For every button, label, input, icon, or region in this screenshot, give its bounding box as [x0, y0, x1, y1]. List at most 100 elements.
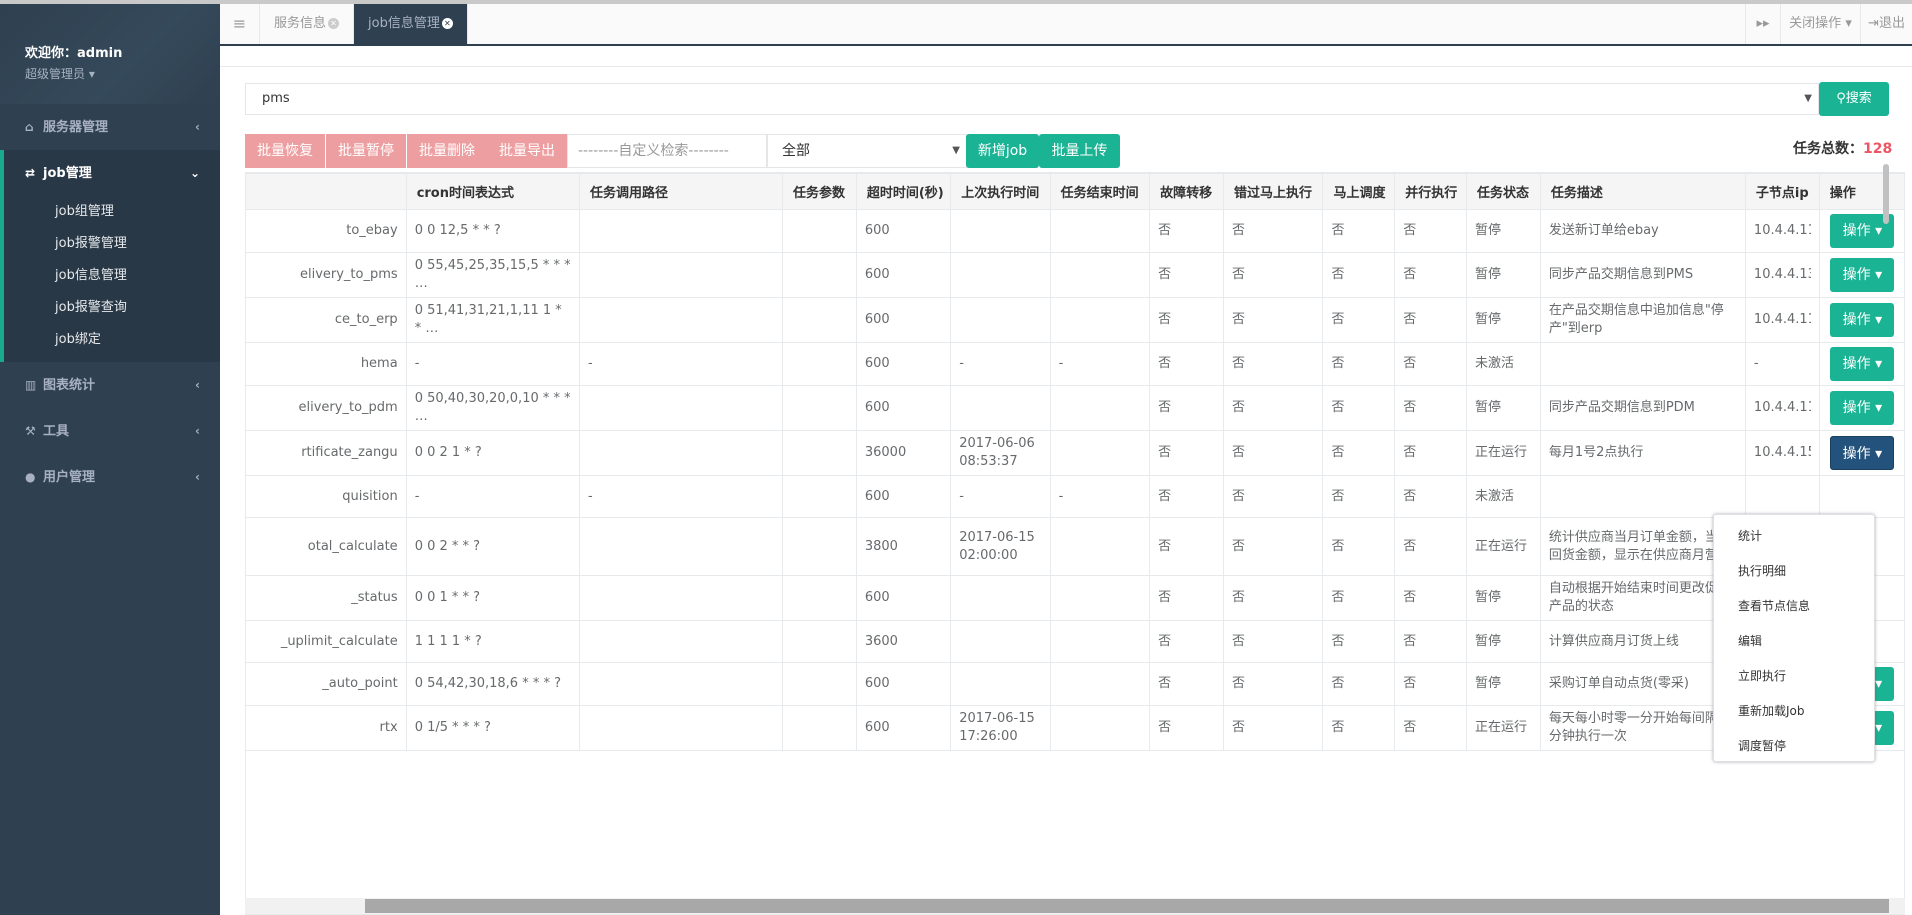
scroll-thumb[interactable] [365, 899, 1889, 913]
cell-text: 否 [1231, 720, 1245, 735]
cell-text: 否 [1158, 676, 1172, 691]
dropdown-item[interactable]: 调度暂停 [1714, 729, 1874, 764]
search-button[interactable]: ⚲搜索 [1819, 82, 1889, 116]
batch-export-button[interactable]: 批量导出 [487, 134, 567, 168]
table-row[interactable]: _auto_point 0 54,42,30,18,6 * * * ? 600 否 否 否… [246, 662, 1904, 706]
cell-text: 否 [1403, 400, 1417, 415]
cell-path [578, 297, 784, 343]
cell-text: 600 [864, 223, 890, 238]
close-icon[interactable]: ✕ [441, 18, 453, 29]
batch-delete-button[interactable]: 批量删除 [407, 134, 487, 168]
cell-path [578, 252, 784, 298]
batch-upload-button[interactable]: 批量上传 [1039, 134, 1120, 168]
submenu-job-group[interactable]: job组管理 [4, 196, 220, 228]
cell-params [782, 475, 857, 518]
cell-text: 否 [1158, 488, 1172, 504]
submenu-job-info[interactable]: job信息管理 [4, 260, 220, 292]
cell-cron: 0 51,41,31,21,1,11 1 * * … [405, 297, 580, 343]
close-icon[interactable]: ✕ [328, 18, 340, 29]
table-row[interactable]: elivery_to_pms 0 55,45,25,35,15,5 * * * …… [246, 252, 1904, 298]
table-row[interactable]: _uplimit_calculate 1 1 1 1 * ? 3600 否 否 否 否 暂停 计… [246, 620, 1904, 663]
table-row[interactable]: rtificate_zangu 0 0 2 1 * ? 36000 2017-06-0… [246, 430, 1904, 476]
cell-text: quisition [342, 488, 398, 504]
cell-text: rtificate_zangu [301, 445, 398, 460]
dropdown-item[interactable]: 统计 [1714, 519, 1874, 554]
cell-last [950, 252, 1051, 298]
table-row[interactable]: otal_calculate 0 0 2 * * ? 3800 2017-06-15 … [246, 517, 1904, 576]
search-select[interactable]: pms ▼ [245, 83, 1819, 115]
operation-button[interactable]: 操作 ▾ [1830, 347, 1895, 381]
cell-text: 否 [1158, 356, 1172, 371]
cell-ip: - [1744, 342, 1820, 386]
horizontal-scrollbar[interactable] [245, 898, 1905, 914]
operation-label: 操作 [1842, 267, 1871, 283]
status-filter-select[interactable]: 全部 ▼ [767, 134, 967, 168]
cell-text: 未激活 [1475, 356, 1515, 371]
operation-button[interactable]: 操作 ▾ [1830, 258, 1895, 292]
batch-restore-button[interactable]: 批量恢复 [245, 134, 325, 168]
cell-end: - [1049, 342, 1151, 386]
role-label: 超级管理员 [25, 67, 86, 81]
dropdown-item[interactable]: 编辑 [1714, 624, 1874, 659]
vertical-scrollbar[interactable] [1883, 164, 1889, 224]
cell-text: 在产品交期信息中追加信息"停产"到erp [1548, 303, 1724, 336]
table-row[interactable]: hema - - 600 - - 否 否 否 否 未激活 - 操作 ▾ [246, 342, 1904, 386]
cell-name: _uplimit_calculate [246, 620, 407, 663]
logout-button[interactable]: ⇥退出 [1860, 4, 1912, 44]
logout-icon: ⇥ [1868, 16, 1879, 31]
tab-service-info[interactable]: 服务信息 ✕ [260, 4, 355, 44]
table-row[interactable]: quisition - -600- - 否否否否未激活 [246, 475, 1904, 518]
cell-end [1049, 297, 1151, 343]
dropdown-item[interactable]: 立即执行 [1714, 659, 1874, 694]
cell-end [1049, 575, 1151, 621]
table-row[interactable]: to_ebay 0 0 12,5 * * ? 600 否 否 否 否 暂停 发送新订单给ebay… [246, 209, 1904, 253]
add-job-button[interactable]: 新增job [966, 134, 1039, 168]
custom-search-input[interactable]: --------自定义检索-------- [567, 134, 767, 168]
cell-text: 暂停 [1475, 590, 1502, 605]
sidebar-item-tools[interactable]: ⚒ 工具 ‹ [0, 408, 220, 454]
cell-parallel: 否 [1394, 575, 1467, 621]
cell-ip: 10.4.4.11 [1744, 297, 1820, 343]
cell-text: 暂停 [1475, 633, 1502, 649]
cell-text: 10.4.4.11 [1753, 400, 1811, 415]
submenu-job-alarm-query[interactable]: job报警查询 [4, 292, 220, 324]
cell-text: 否 [1158, 400, 1172, 415]
submenu-job-alarm[interactable]: job报警管理 [4, 228, 220, 260]
sidebar-item-label: 服务器管理 [43, 120, 109, 135]
sidebar-item-users[interactable]: ● 用户管理 ‹ [0, 454, 220, 500]
cell-text: 0 0 12,5 * * ? [414, 223, 501, 238]
cell-last: - [950, 475, 1051, 518]
dropdown-item[interactable]: 执行明细 [1714, 554, 1874, 589]
sidebar-item-job[interactable]: ⇄ job管理 ⌄ job组管理 job报警管理 job信息管理 job报警查询 j… [0, 150, 220, 362]
cell-text: 0 0 2 1 * ? [414, 445, 482, 460]
sidebar-item-charts[interactable]: ▥ 图表统计 ‹ [0, 362, 220, 408]
batch-pause-button[interactable]: 批量暂停 [326, 134, 406, 168]
close-ops-dropdown[interactable]: 关闭操作 ▾ [1780, 4, 1860, 44]
cell-cron: 0 0 2 * * ? [405, 517, 580, 576]
cell-text: 否 [1403, 538, 1417, 554]
operation-label: 操作 [1842, 312, 1871, 328]
cell-text: 否 [1331, 633, 1345, 649]
cell-text: 3600 [864, 633, 898, 649]
table-row[interactable]: _status 0 0 1 * * ? 600 否 否 否 否 暂停 自动根据开始结束时间更改促… [246, 575, 1904, 621]
table-row[interactable]: rtx 0 1/5 * * * ? 600 2017-06-15 17:26:00 否 否… [246, 705, 1904, 751]
operation-button[interactable]: 操作 ▾ [1830, 303, 1895, 337]
cell-failover: 否 [1149, 209, 1224, 253]
cell-text: otal_calculate [307, 538, 398, 554]
role-dropdown[interactable]: 超级管理员 ▾ [25, 65, 220, 82]
table-row[interactable]: ce_to_erp 0 51,41,31,21,1,11 1 * * … 600 否 否… [246, 297, 1904, 343]
submenu-job-bind[interactable]: job绑定 [4, 324, 220, 356]
chevron-down-icon: ⌄ [189, 166, 200, 180]
cell-cron: - [405, 475, 580, 518]
cell-cron: 0 54,42,30,18,6 * * * ? [405, 662, 580, 706]
menu-toggle-icon[interactable]: ≡ [220, 4, 260, 44]
dropdown-item[interactable]: 查看节点信息 [1714, 589, 1874, 624]
dropdown-item[interactable]: 重新加载Job [1714, 694, 1874, 729]
operation-button[interactable]: 操作 ▾ [1830, 436, 1895, 470]
tab-job-info[interactable]: job信息管理 ✕ [354, 4, 468, 44]
forward-icon[interactable]: ▸▸ [1745, 4, 1780, 44]
cell-text: to_ebay [346, 223, 398, 238]
operation-button[interactable]: 操作 ▾ [1830, 391, 1895, 425]
table-row[interactable]: elivery_to_pdm 0 50,40,30,20,0,10 * * * …… [246, 385, 1904, 431]
sidebar-item-server[interactable]: ⌂ 服务器管理 ‹ [0, 104, 220, 150]
